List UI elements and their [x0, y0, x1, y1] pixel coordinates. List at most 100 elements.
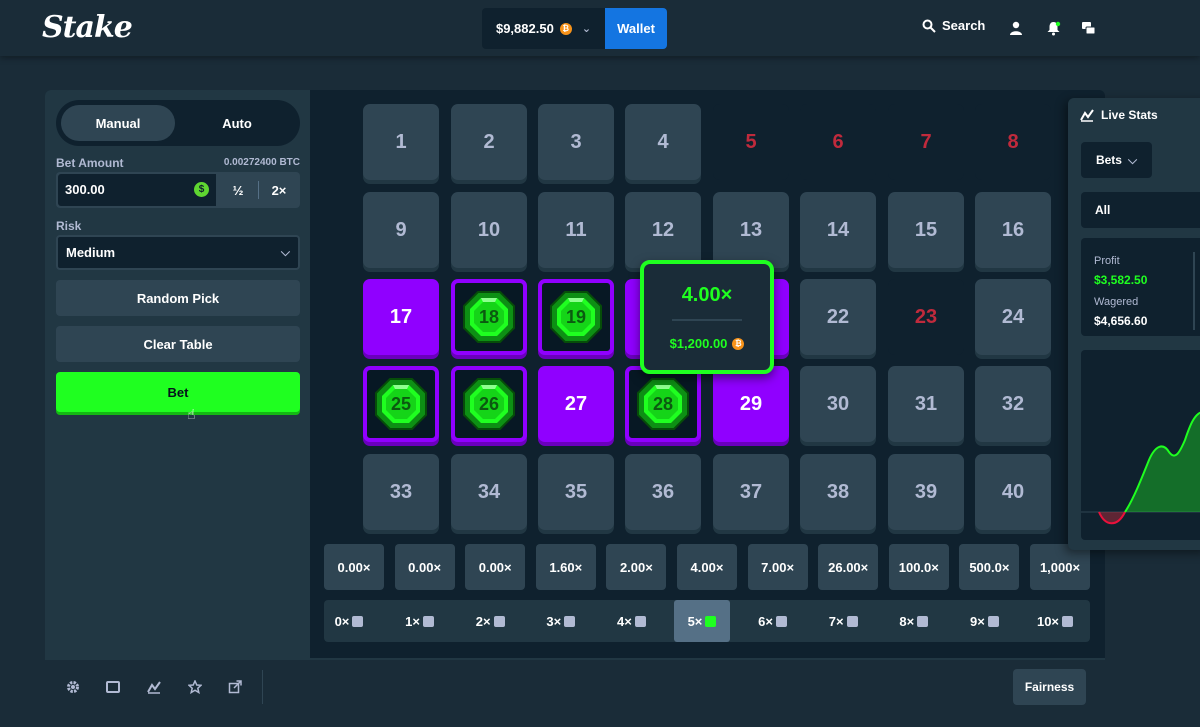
hits-label: 9× [969, 613, 985, 629]
keno-tile-6[interactable]: 6 [800, 104, 876, 180]
keno-tile-8[interactable]: 8 [975, 104, 1051, 180]
keno-tile-34[interactable]: 34 [451, 454, 527, 530]
keno-tile-23[interactable]: 23 [888, 279, 964, 355]
hits-cell: 7× [815, 600, 871, 642]
user-icon[interactable] [1006, 18, 1026, 38]
keno-tile-35[interactable]: 35 [538, 454, 614, 530]
keno-tile-13[interactable]: 13 [713, 192, 789, 268]
clear-table-button[interactable]: Clear Table [56, 326, 300, 362]
half-bet-button[interactable]: ½ [218, 174, 258, 206]
hits-cell: 4× [603, 600, 659, 642]
gem-icon [423, 615, 434, 627]
keno-tile-33[interactable]: 33 [363, 454, 439, 530]
keno-tile-16[interactable]: 16 [975, 192, 1051, 268]
keno-tile-36[interactable]: 36 [625, 454, 701, 530]
profit-label: Profit [1094, 255, 1120, 267]
payout-chip: 0.00× [465, 544, 526, 590]
search-label: Search [942, 18, 986, 33]
hits-cell: 1× [392, 600, 448, 642]
keno-tile-9[interactable]: 9 [363, 192, 439, 268]
profit-chart [1081, 350, 1200, 540]
keno-tile-7[interactable]: 7 [888, 104, 964, 180]
stats-icon [1080, 109, 1094, 122]
wallet-button[interactable]: Wallet [605, 8, 667, 49]
gem-icon [1062, 615, 1074, 627]
keno-tile-30[interactable]: 30 [800, 366, 876, 442]
hits-label: 5× [687, 613, 703, 629]
live-stats-title: Live Stats [1101, 108, 1158, 122]
divider [672, 319, 742, 321]
search-button[interactable]: Search [922, 18, 985, 33]
popout-icon[interactable] [227, 679, 243, 695]
keno-tile-17[interactable]: 17 [363, 279, 439, 355]
bet-amount-input[interactable]: 300.00 [58, 174, 216, 206]
live-stats-header[interactable]: Live Stats [1080, 108, 1158, 122]
stake-logo[interactable]: Stake [42, 10, 133, 45]
win-amount-row: $1,200.00 ₿ [644, 336, 770, 351]
random-pick-button[interactable]: Random Pick [56, 280, 300, 316]
theatre-mode-icon[interactable] [105, 679, 121, 695]
settings-icon[interactable] [65, 679, 81, 695]
keno-tile-1[interactable]: 1 [363, 104, 439, 180]
auto-tab[interactable]: Auto [180, 105, 294, 141]
payout-chip: 4.00× [677, 544, 737, 590]
keno-tile-18[interactable]: 18 [451, 279, 527, 355]
keno-tile-27[interactable]: 27 [538, 366, 614, 442]
chat-icon[interactable] [1078, 18, 1098, 38]
keno-tile-29[interactable]: 29 [713, 366, 789, 442]
balance-selector[interactable]: $9,882.50 ₿ ⌄ [482, 8, 605, 49]
keno-tile-39[interactable]: 39 [888, 454, 964, 530]
keno-tile-19[interactable]: 19 [538, 279, 614, 355]
keno-tile-3[interactable]: 3 [538, 104, 614, 180]
hits-cell: 10× [1027, 600, 1083, 642]
keno-tile-5[interactable]: 5 [713, 104, 789, 180]
gem-icon [846, 615, 858, 627]
double-bet-button[interactable]: 2× [259, 174, 299, 206]
divider [1193, 252, 1195, 330]
keno-tile-15[interactable]: 15 [888, 192, 964, 268]
favorite-icon[interactable] [187, 679, 203, 695]
chevron-down-icon: ⌵ [1127, 152, 1138, 167]
keno-tile-26[interactable]: 26 [451, 366, 527, 442]
wagered-label: Wagered [1094, 296, 1139, 308]
keno-tile-32[interactable]: 32 [975, 366, 1051, 442]
bitcoin-icon: ₿ [559, 22, 572, 35]
keno-tile-4[interactable]: 4 [625, 104, 701, 180]
hits-label: 6× [758, 613, 773, 629]
fairness-button[interactable]: Fairness [1013, 669, 1086, 705]
bet-button[interactable]: Bet [56, 372, 300, 412]
tile-number: 19 [565, 306, 587, 327]
keno-tile-24[interactable]: 24 [975, 279, 1051, 355]
payout-chip: 500.0× [959, 544, 1020, 590]
keno-tile-12[interactable]: 12 [625, 192, 701, 268]
keno-tile-40[interactable]: 40 [975, 454, 1051, 530]
keno-tile-2[interactable]: 2 [451, 104, 527, 180]
dollar-icon: $ [194, 182, 209, 197]
gem-icon [493, 615, 505, 627]
hits-label: 3× [546, 613, 562, 629]
keno-tile-28[interactable]: 28 [625, 366, 701, 442]
stats-icon[interactable] [146, 679, 162, 695]
keno-tile-25[interactable]: 25 [363, 366, 439, 442]
gem-icon [352, 615, 364, 627]
keno-tile-31[interactable]: 31 [888, 366, 964, 442]
keno-tile-10[interactable]: 10 [451, 192, 527, 268]
hits-cell: 5× [674, 600, 730, 642]
profit-value: $3,582.50 [1094, 273, 1148, 287]
chevron-down-icon: ⌄ [581, 23, 592, 35]
tile-number: 26 [478, 393, 500, 414]
tile-number: 28 [652, 393, 674, 414]
keno-tile-22[interactable]: 22 [800, 279, 876, 355]
bets-dropdown[interactable]: Bets ⌵ [1081, 142, 1152, 178]
notifications-icon[interactable] [1043, 18, 1063, 38]
keno-tile-14[interactable]: 14 [800, 192, 876, 268]
risk-select[interactable]: Medium ⌵ [56, 235, 300, 270]
keno-tile-11[interactable]: 11 [538, 192, 614, 268]
hits-label: 0× [334, 613, 350, 629]
manual-tab[interactable]: Manual [61, 105, 175, 141]
footer-bar [45, 658, 1105, 718]
keno-tile-38[interactable]: 38 [800, 454, 876, 530]
keno-tile-37[interactable]: 37 [713, 454, 789, 530]
filter-select[interactable]: All [1081, 192, 1200, 228]
hits-cell: 6× [745, 600, 801, 642]
